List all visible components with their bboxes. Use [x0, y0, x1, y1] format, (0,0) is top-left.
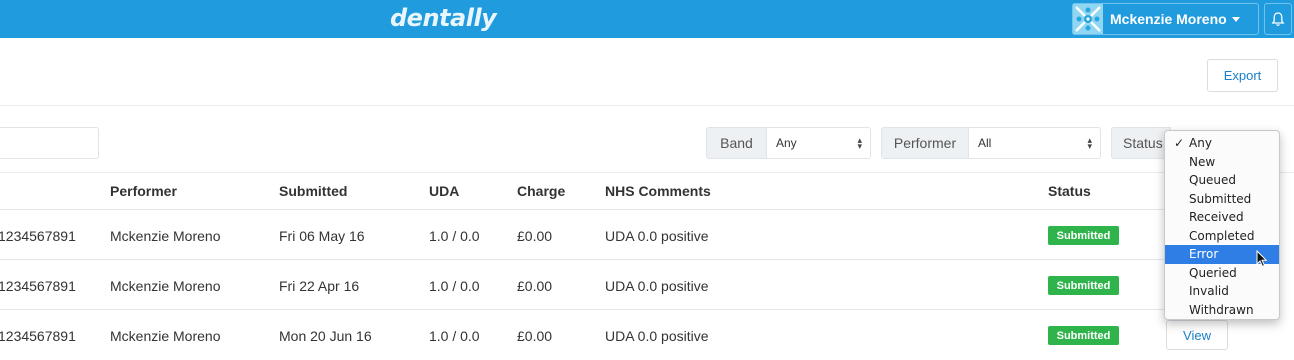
- nhs-comments-cell: UDA 0.0 positive: [605, 328, 709, 344]
- status-option-new[interactable]: New: [1165, 153, 1279, 172]
- status-badge: Submitted: [1048, 276, 1119, 295]
- status-option-completed[interactable]: Completed: [1165, 227, 1279, 246]
- performer-filter-value: All: [978, 136, 992, 150]
- column-header-status[interactable]: Status: [1048, 183, 1091, 199]
- user-menu-button[interactable]: Mckenzie Moreno: [1072, 3, 1259, 35]
- status-dropdown-menu[interactable]: ✓ Any New Queued Submitted Received Compl…: [1164, 130, 1280, 320]
- status-option-invalid[interactable]: Invalid: [1165, 282, 1279, 301]
- nhs-comments-cell: UDA 0.0 positive: [605, 278, 709, 294]
- top-navbar: dentally Mckenzie Moreno: [0, 0, 1294, 38]
- band-filter-value: Any: [776, 136, 797, 150]
- claim-reference: 1234567891: [0, 328, 76, 344]
- performer-cell: Mckenzie Moreno: [110, 278, 221, 294]
- updown-arrows-icon: ▴ ▾: [857, 135, 862, 151]
- charge-cell: £0.00: [517, 228, 553, 244]
- view-button[interactable]: View: [1166, 320, 1228, 350]
- band-filter-label: Band: [706, 127, 767, 159]
- status-badge: Submitted: [1048, 326, 1119, 345]
- export-button[interactable]: Export: [1207, 59, 1278, 92]
- mouse-cursor-icon: [1256, 250, 1268, 268]
- table-row[interactable]: 1234567891 Mckenzie Moreno Fri 22 Apr 16…: [0, 260, 1280, 310]
- performer-filter-label: Performer: [881, 127, 969, 159]
- claim-reference: 1234567891: [0, 228, 76, 244]
- claim-reference: 1234567891: [0, 278, 76, 294]
- performer-cell: Mckenzie Moreno: [110, 228, 221, 244]
- search-input[interactable]: [0, 127, 99, 159]
- updown-arrows-icon: ▴ ▾: [1087, 135, 1092, 151]
- performer-filter-select[interactable]: All ▴ ▾: [969, 127, 1101, 159]
- uda-cell: 1.0 / 0.0: [429, 278, 480, 294]
- submitted-cell: Mon 20 Jun 16: [279, 328, 372, 344]
- submitted-cell: Fri 22 Apr 16: [279, 278, 360, 294]
- divider: [0, 105, 1294, 106]
- uda-cell: 1.0 / 0.0: [429, 328, 480, 344]
- band-filter-select[interactable]: Any ▴ ▾: [767, 127, 871, 159]
- checkmark-icon: ✓: [1174, 136, 1185, 150]
- uda-cell: 1.0 / 0.0: [429, 228, 480, 244]
- performer-cell: Mckenzie Moreno: [110, 328, 221, 344]
- charge-cell: £0.00: [517, 328, 553, 344]
- user-name: Mckenzie Moreno: [1110, 11, 1227, 27]
- table-row[interactable]: 1234567891 Mckenzie Moreno Fri 06 May 16…: [0, 210, 1280, 260]
- column-header-charge[interactable]: Charge: [517, 183, 565, 199]
- status-option-any[interactable]: ✓ Any: [1165, 134, 1279, 153]
- chevron-down-icon: [1231, 16, 1240, 22]
- divider: [0, 172, 1294, 173]
- charge-cell: £0.00: [517, 278, 553, 294]
- notifications-button[interactable]: [1264, 3, 1292, 35]
- submitted-cell: Fri 06 May 16: [279, 228, 365, 244]
- column-header-nhs-comments[interactable]: NHS Comments: [605, 183, 711, 199]
- status-option-withdrawn[interactable]: Withdrawn: [1165, 301, 1279, 320]
- nhs-comments-cell: UDA 0.0 positive: [605, 228, 709, 244]
- bell-icon: [1271, 12, 1285, 26]
- avatar: [1073, 4, 1103, 34]
- status-filter-label: Status: [1111, 127, 1171, 159]
- column-header-submitted[interactable]: Submitted: [279, 183, 347, 199]
- status-badge: Submitted: [1048, 226, 1119, 245]
- column-header-uda[interactable]: UDA: [429, 183, 459, 199]
- table-row[interactable]: 1234567891 Mckenzie Moreno Mon 20 Jun 16…: [0, 310, 1280, 360]
- status-option-received[interactable]: Received: [1165, 208, 1279, 227]
- brand-logo[interactable]: dentally: [390, 4, 497, 32]
- status-option-submitted[interactable]: Submitted: [1165, 190, 1279, 209]
- column-header-performer[interactable]: Performer: [110, 183, 177, 199]
- status-option-queued[interactable]: Queued: [1165, 171, 1279, 190]
- status-option-label: Any: [1189, 136, 1212, 150]
